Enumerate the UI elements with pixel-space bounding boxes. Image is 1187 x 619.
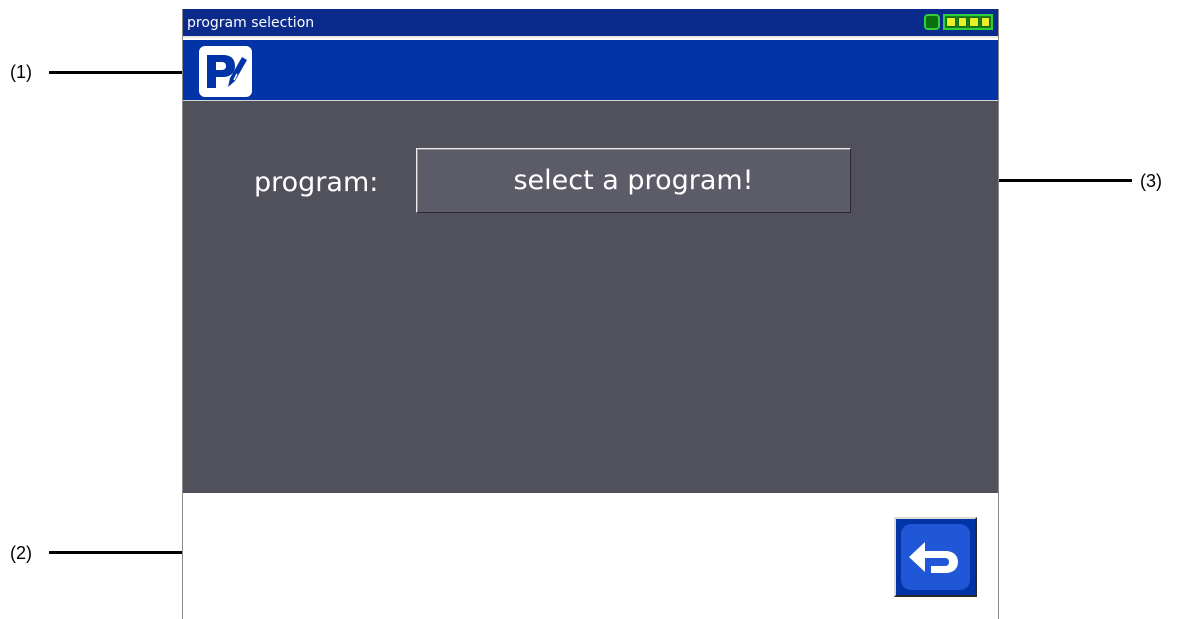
program-edit-icon bbox=[199, 46, 252, 97]
callout-label-3: (3) bbox=[1140, 171, 1162, 191]
program-select-value: select a program! bbox=[513, 165, 754, 196]
battery-icon bbox=[943, 14, 993, 30]
callout-line-1 bbox=[49, 71, 197, 74]
window-title: program selection bbox=[187, 15, 315, 31]
program-label: program: bbox=[254, 167, 379, 198]
back-arrow-icon bbox=[901, 524, 970, 590]
header-bar bbox=[183, 40, 998, 101]
title-bar: program selection bbox=[183, 9, 998, 38]
content-area: program: select a program! bbox=[183, 101, 998, 493]
back-button[interactable] bbox=[894, 517, 977, 597]
power-icon bbox=[924, 14, 940, 30]
device-screen: program selection program: select a prog… bbox=[182, 9, 999, 619]
callout-label-1: (1) bbox=[10, 62, 32, 82]
program-select-button[interactable]: select a program! bbox=[416, 148, 851, 213]
callout-label-2: (2) bbox=[10, 543, 32, 563]
status-icons bbox=[924, 14, 993, 30]
